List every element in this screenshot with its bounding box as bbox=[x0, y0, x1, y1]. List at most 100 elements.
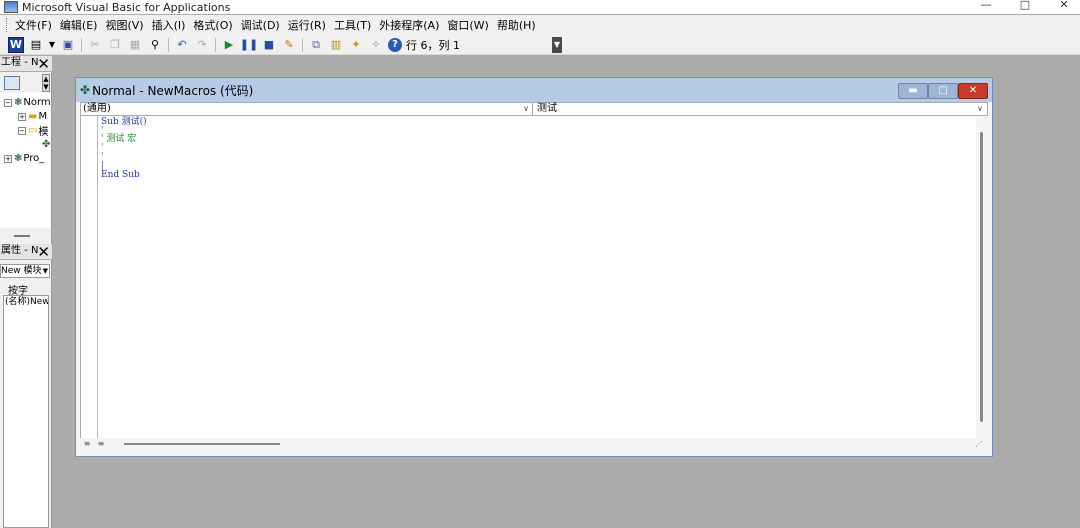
folder-icon: ▬ bbox=[28, 111, 38, 122]
find-icon[interactable]: ⚲ bbox=[147, 37, 163, 53]
code-line[interactable]: ' 测试 宏 bbox=[101, 134, 136, 144]
code-window-title: Normal - NewMacros (代码) bbox=[92, 83, 254, 98]
close-icon[interactable]: ✕ bbox=[37, 244, 50, 259]
margin-indicator-bar[interactable] bbox=[81, 116, 98, 438]
vba-app-icon bbox=[4, 1, 18, 13]
tree-item-project[interactable]: + ❃ Pro_ bbox=[4, 152, 44, 165]
code-window: ✤ Normal - NewMacros (代码) ▬ □ ✕ (通用) ∨ 测… bbox=[75, 77, 993, 457]
menu-view[interactable]: 视图(V) bbox=[101, 17, 147, 33]
properties-grid: (名称)NewM bbox=[3, 295, 49, 528]
scroll-icon[interactable]: ▲ ▼ bbox=[42, 74, 50, 92]
tree-item-objects[interactable]: + ▬ M bbox=[18, 110, 47, 123]
toolbar-separator bbox=[168, 37, 169, 52]
object-browser-icon[interactable]: ✦ bbox=[348, 37, 364, 53]
close-button[interactable]: ✕ bbox=[1044, 0, 1080, 14]
tree-toggle-icon[interactable]: − bbox=[18, 126, 26, 135]
procedure-combo[interactable]: 测试 bbox=[535, 103, 987, 115]
menu-file[interactable]: 文件(F) bbox=[11, 17, 56, 33]
tree-item-normal[interactable]: − ❃ Norm bbox=[4, 96, 51, 109]
resize-grip-icon[interactable]: ⋰ bbox=[974, 438, 984, 450]
combo-row: (通用) ∨ 测试 ∨ bbox=[80, 102, 988, 116]
left-dock: 工程 - N ✕ ▲ ▼ − ❃ Norm + ▬ M − ▭ 模 ✤ + ❃ … bbox=[0, 56, 52, 528]
splitter-handle[interactable] bbox=[14, 235, 30, 237]
code-window-titlebar[interactable]: ✤ Normal - NewMacros (代码) ▬ □ ✕ bbox=[76, 78, 992, 102]
property-row-name[interactable]: (名称)NewM bbox=[4, 296, 48, 308]
object-select[interactable]: New 模块 ▼ bbox=[0, 264, 50, 278]
help-icon[interactable]: ? bbox=[388, 37, 402, 52]
window-title: Microsoft Visual Basic for Applications bbox=[22, 0, 231, 14]
chevron-down-icon[interactable]: ∨ bbox=[975, 103, 985, 115]
toolbox-icon[interactable]: ✧ bbox=[368, 37, 384, 53]
menu-format[interactable]: 格式(O) bbox=[189, 17, 236, 33]
tree-item-label: 模 bbox=[38, 127, 49, 138]
code-close-button[interactable]: ✕ bbox=[958, 83, 988, 99]
menu-help[interactable]: 帮助(H) bbox=[493, 17, 540, 33]
vba-project-icon: ❃ bbox=[14, 97, 23, 108]
view-object-icon[interactable] bbox=[4, 76, 20, 90]
cut-icon[interactable]: ✂ bbox=[87, 37, 103, 53]
menu-grip[interactable] bbox=[6, 18, 9, 32]
code-restore-button[interactable]: □ bbox=[928, 83, 958, 99]
project-panel-title: 工程 - N bbox=[1, 57, 39, 68]
horizontal-scroll-thumb[interactable] bbox=[124, 443, 280, 445]
minimize-button[interactable]: — bbox=[966, 0, 1006, 14]
project-tree: − ❃ Norm + ▬ M − ▭ 模 ✤ + ❃ Pro_ bbox=[0, 92, 51, 228]
vertical-scroll-thumb[interactable] bbox=[980, 132, 983, 422]
tree-toggle-icon[interactable]: − bbox=[4, 98, 12, 107]
word-icon[interactable]: W bbox=[8, 36, 24, 53]
insert-module-icon[interactable]: ▤ bbox=[28, 37, 44, 53]
project-explorer-icon[interactable]: ⧉ bbox=[308, 37, 324, 53]
menu-window[interactable]: 窗口(W) bbox=[443, 17, 492, 33]
tree-item-newmacros[interactable]: ✤ bbox=[42, 138, 51, 151]
copy-icon[interactable]: ❐ bbox=[107, 37, 123, 53]
chevron-down-icon[interactable]: ▼ bbox=[48, 37, 56, 53]
menu-bar: 文件(F) 编辑(E) 视图(V) 插入(I) 格式(O) 调试(D) 运行(R… bbox=[0, 15, 1080, 35]
code-minimize-button[interactable]: ▬ bbox=[898, 83, 928, 99]
menu-tools[interactable]: 工具(T) bbox=[330, 17, 375, 33]
full-module-view-icon[interactable]: ≡ bbox=[96, 438, 106, 450]
menu-edit[interactable]: 编辑(E) bbox=[56, 17, 102, 33]
close-icon[interactable]: ✕ bbox=[37, 56, 50, 71]
open-folder-icon: ▭ bbox=[28, 125, 38, 136]
undo-icon[interactable]: ↶ bbox=[174, 37, 190, 53]
menu-addins[interactable]: 外接程序(A) bbox=[375, 17, 443, 33]
properties-panel-header: 属性 - N ✕ bbox=[0, 244, 52, 260]
menu-insert[interactable]: 插入(I) bbox=[148, 17, 190, 33]
tree-toggle-icon[interactable]: + bbox=[4, 154, 12, 163]
tree-toggle-icon[interactable]: + bbox=[18, 112, 26, 121]
code-line[interactable]: End Sub bbox=[101, 170, 140, 180]
menu-debug[interactable]: 调试(D) bbox=[237, 17, 284, 33]
vba-project-icon: ❃ bbox=[14, 153, 23, 164]
tree-item-label: Pro_ bbox=[23, 153, 45, 164]
toolbar-options-icon[interactable]: ▼ bbox=[552, 37, 562, 53]
chevron-down-icon[interactable]: ▼ bbox=[43, 265, 48, 277]
properties-icon[interactable]: ▥ bbox=[328, 37, 344, 53]
module-icon: ✤ bbox=[42, 139, 51, 150]
run-icon[interactable]: ▶ bbox=[221, 37, 237, 53]
title-bar: Microsoft Visual Basic for Applications … bbox=[0, 0, 1080, 14]
module-icon: ✤ bbox=[80, 83, 91, 97]
toolbar-separator bbox=[81, 37, 82, 52]
redo-icon[interactable]: ↷ bbox=[194, 37, 210, 53]
vba-editor: Microsoft Visual Basic for Applications … bbox=[0, 0, 1080, 528]
break-icon[interactable]: ❚❚ bbox=[240, 37, 258, 53]
vertical-scrollbar[interactable] bbox=[976, 116, 988, 438]
toolbar-separator bbox=[302, 37, 303, 52]
reset-icon[interactable]: ■ bbox=[261, 37, 277, 53]
toolbar-empty-area bbox=[562, 35, 1080, 55]
code-editor[interactable]: Sub 测试() ' ' 测试 宏 ' ' | End Sub bbox=[80, 116, 976, 438]
cursor-position-status: 行 6，列 1 bbox=[406, 38, 460, 52]
chevron-down-icon[interactable]: ∨ bbox=[521, 103, 531, 115]
menu-run[interactable]: 运行(R) bbox=[284, 17, 330, 33]
standard-toolbar: W ▤ ▼ ▣ ✂ ❐ ▦ ⚲ ↶ ↷ ▶ ❚❚ ■ ✎ ⧉ ▥ ✦ ✧ ? 行… bbox=[0, 35, 562, 55]
maximize-button[interactable]: □ bbox=[1005, 0, 1045, 14]
code-line[interactable]: Sub 测试() bbox=[101, 117, 147, 127]
object-combo[interactable]: (通用) bbox=[81, 103, 533, 115]
save-icon[interactable]: ▣ bbox=[60, 37, 76, 53]
properties-panel-title: 属性 - N bbox=[1, 245, 39, 256]
paste-icon[interactable]: ▦ bbox=[127, 37, 143, 53]
design-mode-icon[interactable]: ✎ bbox=[281, 37, 297, 53]
tree-item-modules[interactable]: − ▭ 模 bbox=[18, 124, 49, 138]
tree-item-label: M bbox=[38, 111, 48, 122]
procedure-view-icon[interactable]: ≡ bbox=[82, 438, 92, 450]
